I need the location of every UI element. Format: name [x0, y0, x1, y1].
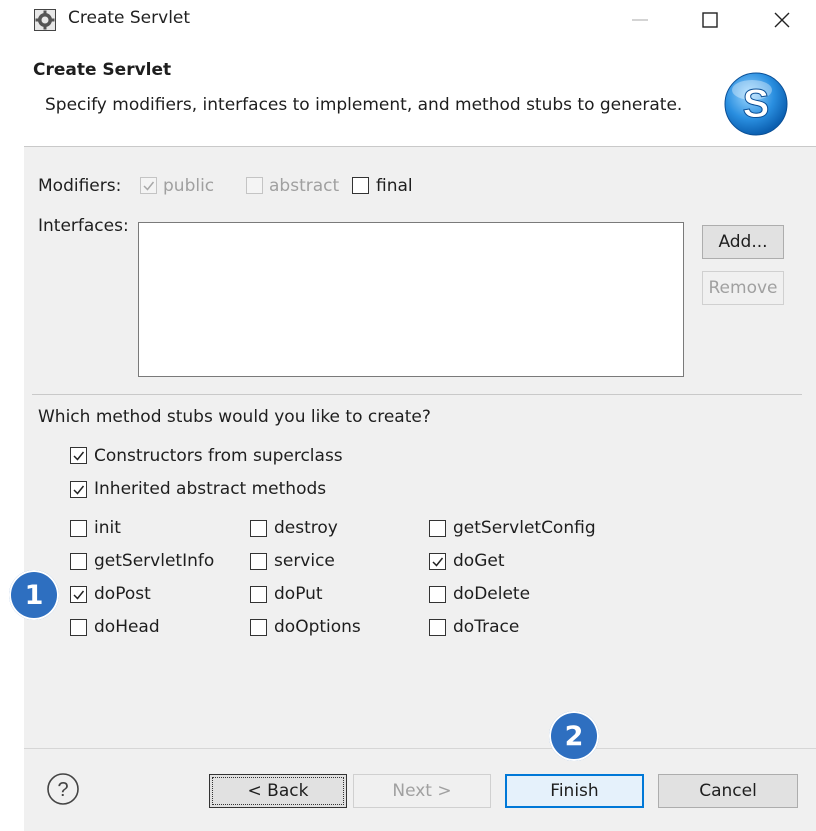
modifiers-label: Modifiers: — [38, 176, 122, 196]
annotation-badge-1: 1 — [9, 570, 59, 620]
svg-text:S: S — [743, 82, 770, 126]
next-button[interactable]: Next > — [353, 774, 491, 808]
finish-button[interactable]: Finish — [505, 774, 644, 808]
dodelete-checkbox[interactable] — [429, 586, 446, 603]
init-checkbox[interactable] — [70, 520, 87, 537]
destroy-checkbox[interactable] — [250, 520, 267, 537]
inherited-checkbox[interactable] — [70, 481, 87, 498]
doput-checkbox[interactable] — [250, 586, 267, 603]
doget-label: doGet — [453, 551, 505, 571]
interfaces-label: Interfaces: — [38, 216, 129, 236]
dohead-label: doHead — [94, 617, 160, 637]
servlet-logo-icon: S — [724, 72, 788, 136]
add-interface-button[interactable]: Add... — [702, 225, 784, 259]
check-icon — [432, 557, 444, 567]
dodelete-label: doDelete — [453, 584, 531, 604]
check-icon — [73, 485, 85, 495]
final-label: final — [376, 176, 413, 196]
maximize-icon — [702, 12, 718, 28]
getservletconfig-checkbox[interactable] — [429, 520, 446, 537]
destroy-label: destroy — [274, 518, 338, 538]
minimize-icon — [632, 19, 648, 21]
stubs-question: Which method stubs would you like to cre… — [38, 407, 431, 427]
final-checkbox[interactable] — [352, 177, 369, 194]
title-bar: Create Servlet — [0, 0, 816, 40]
gear-icon — [34, 9, 56, 31]
check-icon — [73, 590, 85, 600]
maximize-button[interactable] — [680, 0, 740, 40]
page-title: Create Servlet — [33, 60, 172, 80]
doput-label: doPut — [274, 584, 323, 604]
getservletinfo-label: getServletInfo — [94, 551, 215, 571]
dopost-checkbox[interactable] — [70, 586, 87, 603]
constructors-label: Constructors from superclass — [94, 446, 343, 466]
dotrace-checkbox[interactable] — [429, 619, 446, 636]
interfaces-list[interactable] — [138, 222, 684, 377]
abstract-checkbox[interactable] — [246, 177, 263, 194]
dopost-label: doPost — [94, 584, 151, 604]
dotrace-label: doTrace — [453, 617, 520, 637]
check-icon — [143, 181, 155, 191]
dohead-checkbox[interactable] — [70, 619, 87, 636]
abstract-label: abstract — [269, 176, 340, 196]
minimize-button[interactable] — [610, 0, 670, 40]
service-label: service — [274, 551, 335, 571]
close-icon — [774, 12, 790, 28]
dooptions-checkbox[interactable] — [250, 619, 267, 636]
doget-checkbox[interactable] — [429, 553, 446, 570]
dooptions-label: doOptions — [274, 617, 361, 637]
svg-text:?: ? — [57, 779, 68, 801]
check-icon — [73, 451, 85, 461]
cancel-button[interactable]: Cancel — [658, 774, 798, 808]
page-description: Specify modifiers, interfaces to impleme… — [45, 95, 683, 115]
annotation-badge-2: 2 — [549, 711, 599, 761]
public-checkbox[interactable] — [140, 177, 157, 194]
section-separator — [32, 394, 802, 395]
getservletconfig-label: getServletConfig — [453, 518, 596, 538]
close-button[interactable] — [752, 0, 812, 40]
inherited-label: Inherited abstract methods — [94, 479, 327, 499]
init-label: init — [94, 518, 121, 538]
remove-interface-button[interactable]: Remove — [702, 271, 784, 305]
constructors-checkbox[interactable] — [70, 447, 87, 464]
help-icon[interactable]: ? — [46, 772, 80, 806]
service-checkbox[interactable] — [250, 553, 267, 570]
getservletinfo-checkbox[interactable] — [70, 553, 87, 570]
public-label: public — [163, 176, 215, 196]
back-button[interactable]: < Back — [209, 774, 347, 808]
window-title: Create Servlet — [68, 8, 191, 28]
